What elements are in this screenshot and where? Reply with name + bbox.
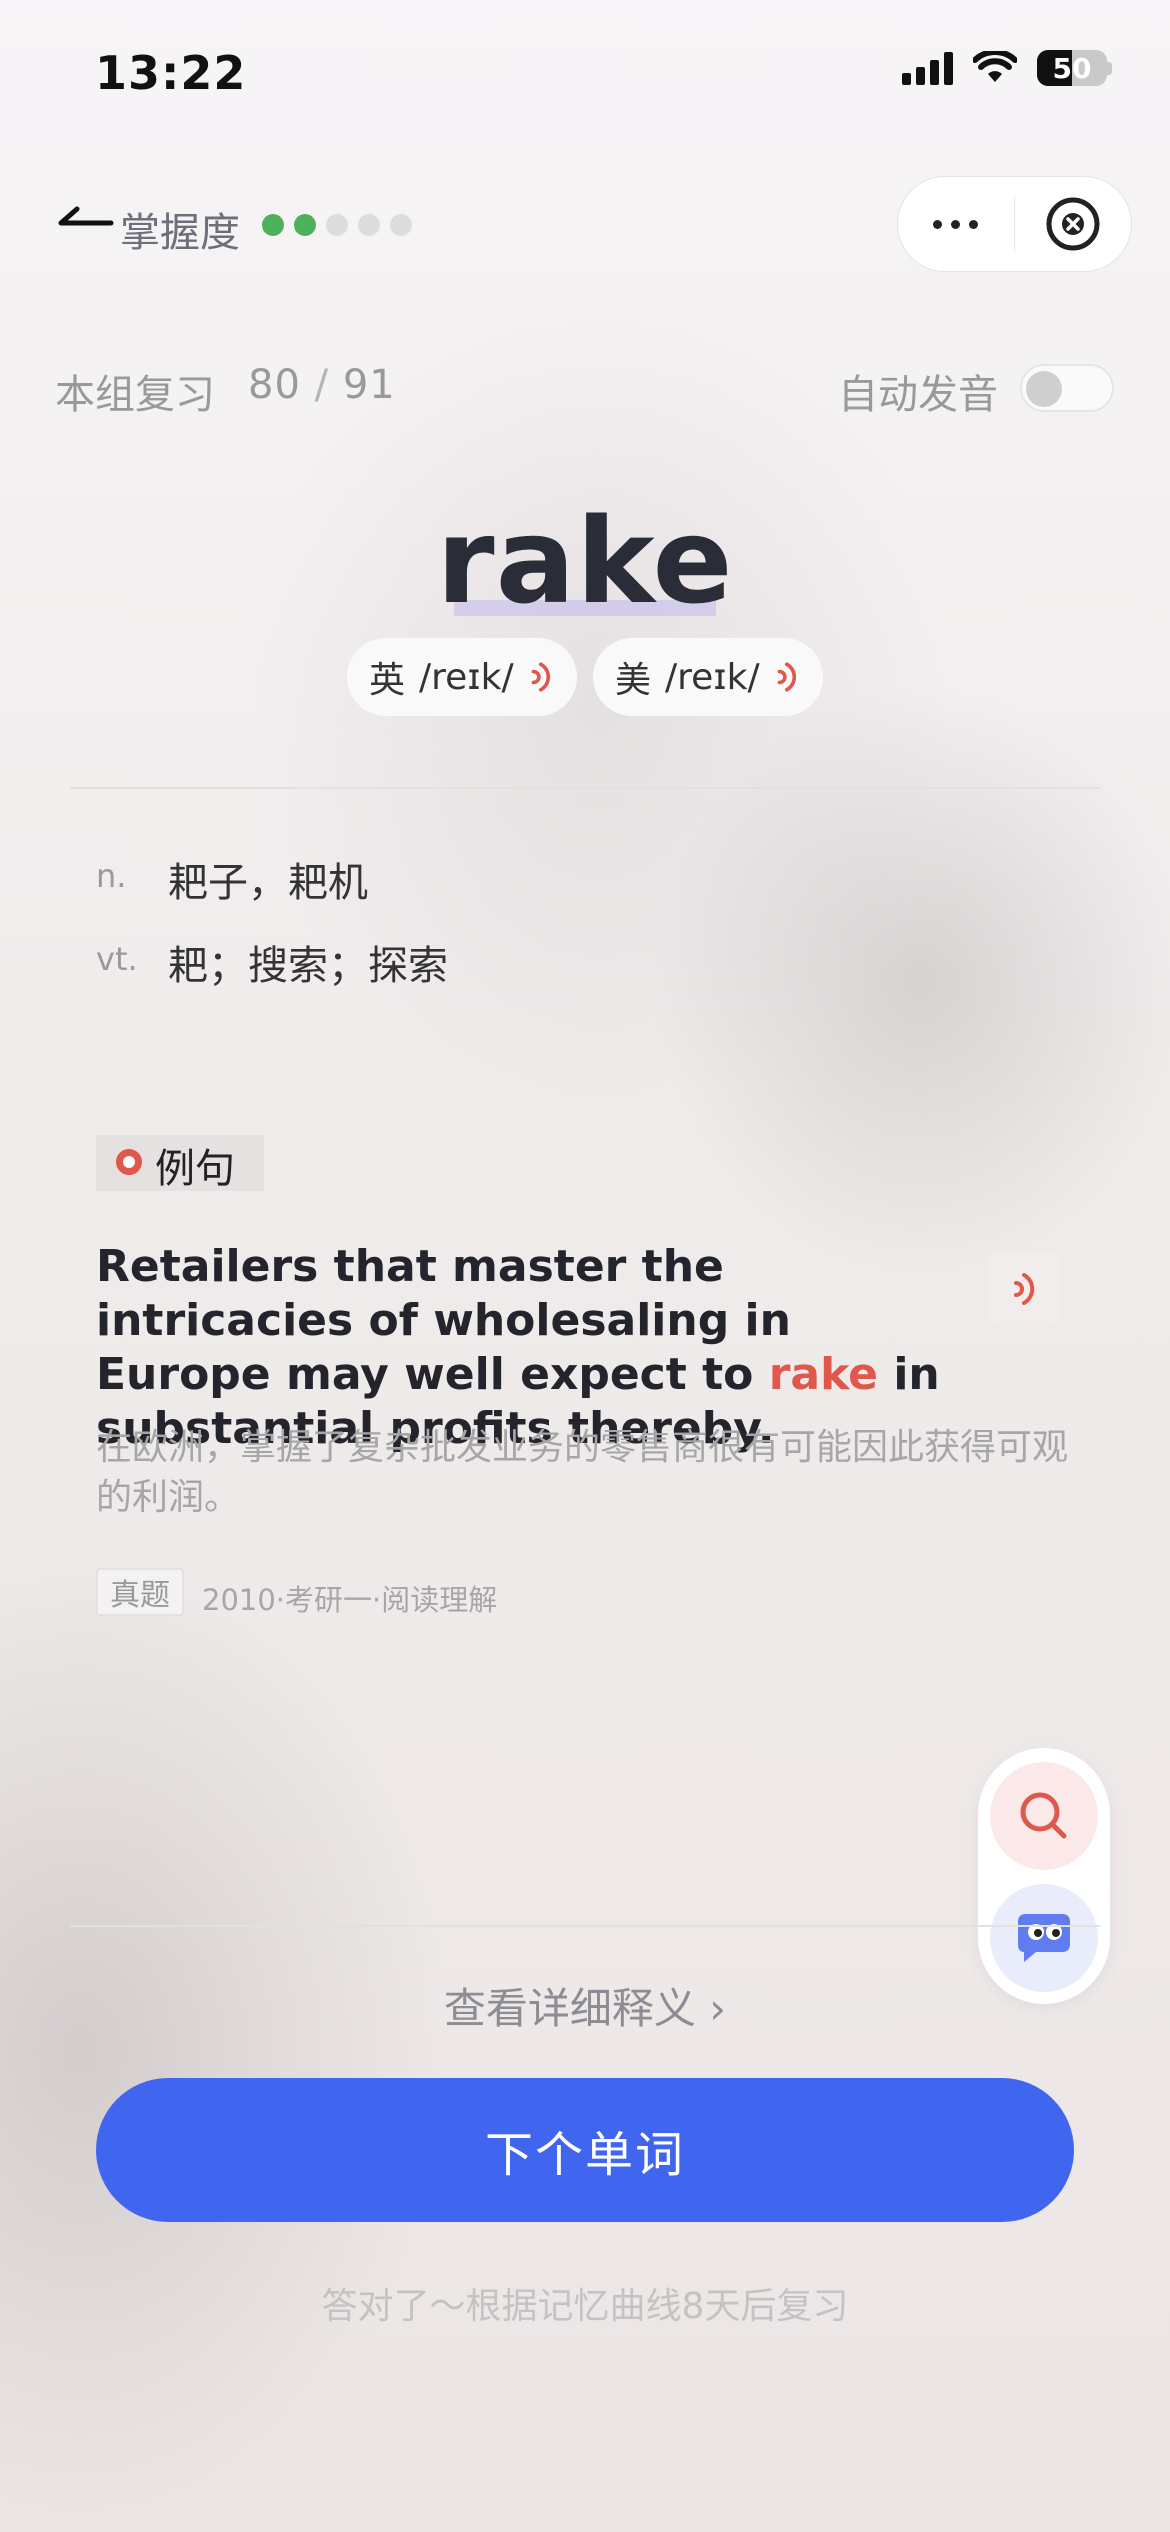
example-sound-button[interactable] (988, 1252, 1062, 1326)
close-circle-icon (1046, 197, 1100, 251)
source-badge: 真题 (96, 1568, 184, 1616)
detail-link[interactable]: 查看详细释义 › (0, 1975, 1170, 2036)
signal-icon (902, 51, 953, 85)
speaker-icon (777, 662, 796, 692)
example-highlight-word: rake (768, 1349, 879, 1400)
search-button[interactable] (990, 1762, 1098, 1870)
back-arrow-icon[interactable] (55, 203, 115, 243)
review-total: 91 (342, 362, 396, 408)
phonetic-us-ipa: /reɪk/ (665, 656, 760, 698)
detail-link-label: 查看详细释义 (443, 1984, 696, 2033)
mastery-dots (262, 214, 412, 236)
example-label: 例句 (155, 1146, 235, 1192)
phonetic-us-button[interactable]: 美 /reɪk/ (593, 638, 823, 716)
example-translation: 在欧洲，掌握了复杂批发业务的零售商很有可能因此获得可观的利润。 (96, 1427, 1069, 1518)
speaker-icon (531, 662, 550, 692)
status-time: 13:22 (95, 46, 247, 100)
group-review-count: 80 / 91 (248, 362, 396, 408)
divider (70, 1925, 1100, 1927)
mastery-dot (358, 214, 380, 236)
mastery-dot (326, 214, 348, 236)
chevron-right-icon: › (709, 1984, 727, 2033)
mastery-label: 掌握度 (120, 210, 240, 256)
group-review-label: 本组复习 (55, 372, 215, 418)
phonetic-uk-button[interactable]: 英 /reɪk/ (347, 638, 577, 716)
speaker-icon (1014, 1273, 1035, 1305)
mastery-dot (294, 214, 316, 236)
mastery-dot (390, 214, 412, 236)
definition-pos: n. (96, 857, 127, 895)
next-word-button[interactable]: 下个单词 (96, 2078, 1074, 2222)
review-hint: 答对了～根据记忆曲线8天后复习 (321, 2286, 849, 2327)
source-text: 2010·考研一·阅读理解 (202, 1583, 498, 1617)
toggle-knob (1026, 371, 1062, 407)
battery-icon: 50 (1037, 50, 1112, 86)
review-current: 80 (248, 362, 301, 408)
mastery-dot (262, 214, 284, 236)
example-dot-icon (116, 1149, 142, 1175)
phonetic-uk-region: 英 (369, 660, 406, 701)
battery-level: 50 (1052, 51, 1092, 85)
wifi-icon (973, 51, 1017, 82)
close-button[interactable] (1015, 196, 1131, 252)
auto-pronounce-label: 自动发音 (838, 372, 998, 418)
more-dot-icon (933, 219, 943, 229)
chat-bot-icon (1018, 1914, 1070, 1962)
status-icons: 50 (902, 50, 1112, 86)
search-icon (1020, 1792, 1067, 1839)
phonetic-uk-ipa: /reɪk/ (419, 656, 514, 698)
definition-meaning: 耙子，耙机 (168, 860, 368, 906)
auto-pronounce-toggle[interactable] (1020, 364, 1114, 412)
divider (70, 787, 1100, 789)
mini-program-capsule (897, 176, 1132, 272)
more-button[interactable] (898, 219, 1014, 229)
definition-meaning: 耙；搜索；探索 (168, 943, 448, 989)
example-sentence-part: Retailers that master the intricacies of… (96, 1241, 791, 1400)
phonetic-us-region: 美 (615, 660, 652, 701)
word-title: rake (436, 492, 734, 630)
definition-pos: vt. (96, 940, 138, 978)
